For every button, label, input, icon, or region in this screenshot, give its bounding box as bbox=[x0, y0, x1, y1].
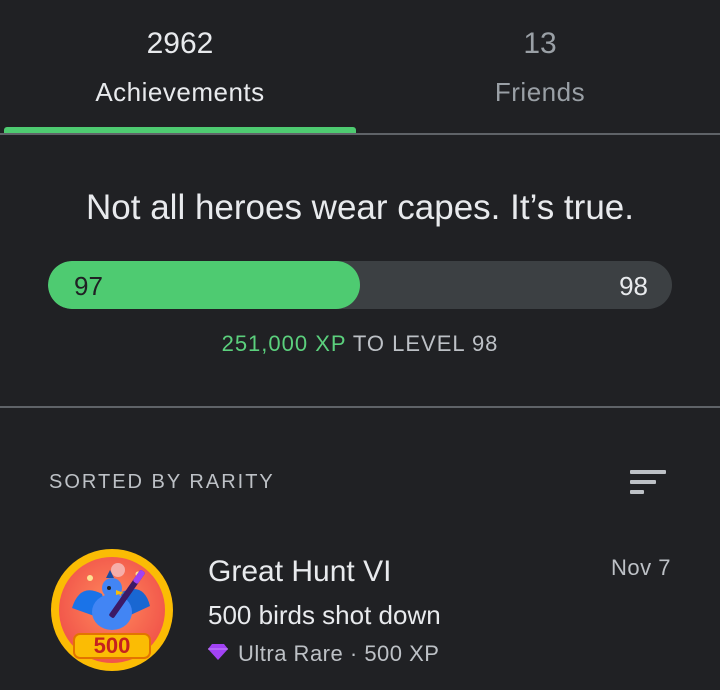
tab-bar: 2962 Achievements 13 Friends bbox=[0, 0, 720, 135]
achievement-item[interactable]: 500 Great Hunt VI 500 birds shot down Ul… bbox=[0, 538, 720, 690]
achievement-description: 500 birds shot down bbox=[208, 600, 441, 630]
achievement-date: Nov 7 bbox=[611, 555, 671, 580]
achievement-xp: 500 XP bbox=[364, 641, 440, 666]
xp-to-level-text: TO LEVEL 98 bbox=[346, 331, 499, 356]
diamond-icon bbox=[208, 644, 228, 660]
tab-friends[interactable]: 13 Friends bbox=[360, 0, 720, 133]
sort-label: SORTED BY RARITY bbox=[49, 471, 275, 493]
next-level-label: 98 bbox=[619, 271, 648, 301]
badge-number: 500 bbox=[94, 633, 131, 658]
achievement-title: Great Hunt VI bbox=[208, 555, 392, 588]
achievement-badge-icon: 500 bbox=[51, 549, 173, 671]
sort-button[interactable] bbox=[620, 460, 676, 504]
list-header: SORTED BY RARITY bbox=[0, 408, 720, 528]
active-tab-indicator bbox=[4, 127, 356, 133]
tab-label-friends: Friends bbox=[494, 77, 586, 107]
tab-label-achievements: Achievements bbox=[95, 77, 265, 107]
meta-separator: · bbox=[343, 641, 365, 666]
level-headline: Not all heroes wear capes. It’s true. bbox=[86, 188, 634, 227]
achievements-count: 2962 bbox=[146, 27, 214, 60]
xp-to-level: 251,000 XP TO LEVEL 98 bbox=[0, 330, 720, 358]
friends-count: 13 bbox=[523, 27, 557, 60]
current-level-label: 97 bbox=[74, 271, 103, 301]
tab-achievements[interactable]: 2962 Achievements bbox=[0, 0, 360, 133]
level-progress-section: Not all heroes wear capes. It’s true. 97… bbox=[0, 135, 720, 408]
achievement-rarity: Ultra Rare bbox=[238, 641, 344, 666]
achievement-meta: Ultra Rare · 500 XP bbox=[208, 640, 439, 668]
level-progress-bar bbox=[48, 261, 672, 309]
xp-amount: 251,000 XP bbox=[221, 331, 347, 356]
